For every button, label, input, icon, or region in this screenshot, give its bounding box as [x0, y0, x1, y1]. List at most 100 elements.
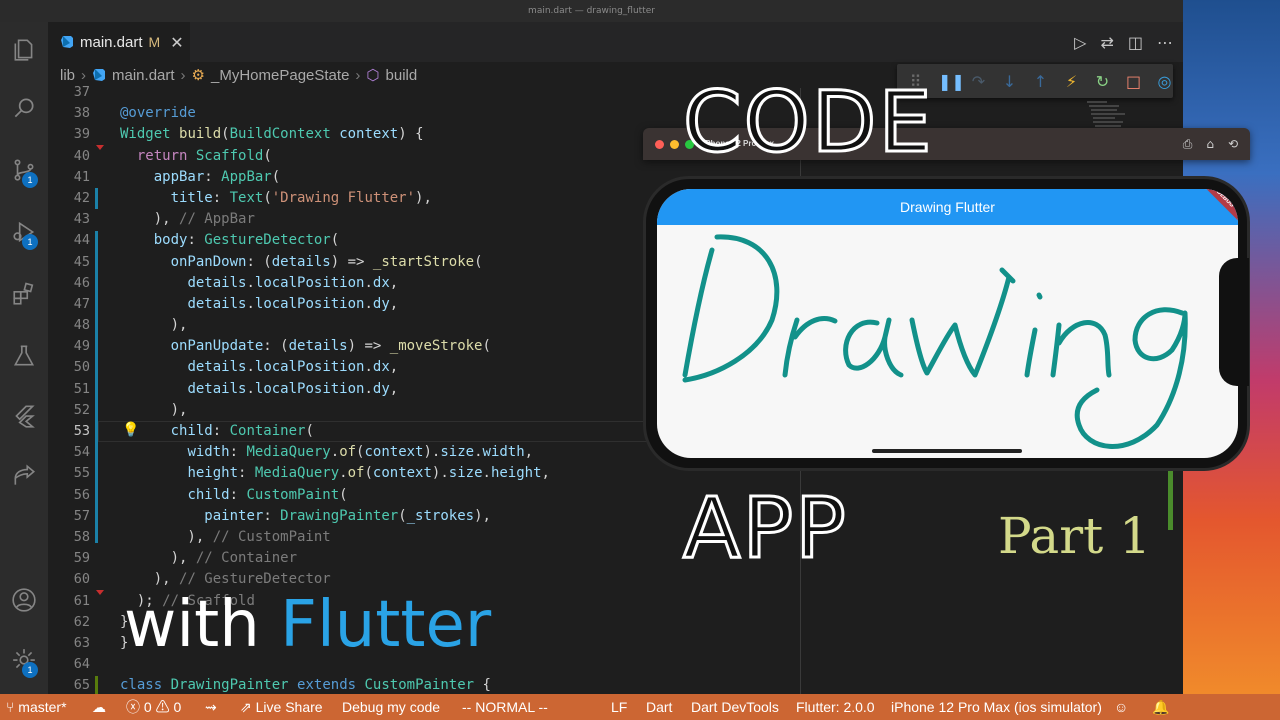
line-number[interactable]: 45: [48, 252, 98, 273]
manage-gear-icon[interactable]: 1: [0, 636, 48, 684]
home-icon[interactable]: ⌂: [1206, 137, 1214, 151]
pause-icon[interactable]: ❚❚: [938, 72, 965, 91]
editor-actions: ▷ ⇄ ◫ ⋯: [1074, 22, 1173, 62]
overlay-app-text: APP: [682, 478, 848, 579]
line-number[interactable]: 49: [48, 336, 98, 357]
split-editor-icon[interactable]: ◫: [1128, 33, 1143, 52]
live-share-status[interactable]: ⇗ Live Share: [240, 694, 323, 720]
device-status[interactable]: iPhone 12 Pro Max (ios simulator): [891, 694, 1102, 720]
line-number[interactable]: 61: [48, 591, 98, 612]
line-number[interactable]: 38: [48, 103, 98, 124]
stroke-w: [909, 267, 1016, 378]
live-share-label: Live Share: [255, 699, 323, 715]
tab-main-dart[interactable]: main.dart M ✕: [48, 22, 190, 62]
line-number[interactable]: 48: [48, 315, 98, 336]
line-number[interactable]: 44: [48, 230, 98, 251]
line-number[interactable]: 41: [48, 167, 98, 188]
screenshot-icon[interactable]: ⎙: [1183, 137, 1193, 152]
step-over-icon[interactable]: ↷: [970, 72, 987, 91]
line-number[interactable]: 37: [48, 82, 98, 103]
line-number[interactable]: 58: [48, 527, 98, 548]
debug-toolbar: ⠿ ❚❚ ↷ ↓ ↑ ⚡ ↻ □ ◎: [897, 64, 1173, 98]
sync-icon[interactable]: ☁: [92, 694, 106, 720]
breadcrumb-lib[interactable]: lib: [60, 67, 75, 84]
warning-count: 0: [173, 699, 182, 715]
feedback-icon[interactable]: ☺: [1114, 694, 1128, 720]
run-file-icon[interactable]: ▷: [1074, 33, 1086, 52]
folding-marker-icon[interactable]: [96, 145, 104, 150]
run-debug-icon[interactable]: 1: [0, 208, 48, 256]
source-control-icon[interactable]: 1: [0, 146, 48, 194]
drawing-canvas[interactable]: [657, 225, 1238, 458]
flutter-version-status[interactable]: Flutter: 2.0.0: [796, 694, 875, 720]
devtools-icon[interactable]: ◎: [1156, 72, 1173, 91]
breadcrumb-file[interactable]: main.dart: [112, 67, 175, 84]
line-number[interactable]: 57: [48, 506, 98, 527]
breadcrumb-method[interactable]: build: [386, 67, 418, 84]
debug-my-code-status[interactable]: Debug my code: [342, 694, 440, 720]
line-number[interactable]: 56: [48, 485, 98, 506]
account-icon[interactable]: [0, 576, 48, 624]
explorer-icon[interactable]: [0, 26, 48, 74]
live-share-icon[interactable]: [0, 452, 48, 500]
tab-filename: main.dart: [80, 33, 143, 51]
overlay-flutter-text: Flutter: [280, 588, 492, 662]
line-number[interactable]: 64: [48, 654, 98, 675]
line-number[interactable]: 62: [48, 612, 98, 633]
tab-close-icon[interactable]: ✕: [170, 33, 183, 52]
line-number[interactable]: 40: [48, 146, 98, 167]
dart-file-icon: [93, 69, 106, 81]
line-number[interactable]: 42: [48, 188, 98, 209]
git-added-marker: [95, 676, 98, 694]
hot-reload-icon[interactable]: ⚡: [1063, 72, 1080, 91]
chevron-right-icon: ›: [180, 66, 186, 84]
notifications-bell-icon[interactable]: 🔔: [1152, 694, 1169, 720]
line-number[interactable]: 53: [48, 421, 98, 442]
folding-marker-icon[interactable]: [96, 590, 104, 595]
step-out-icon[interactable]: ↑: [1032, 72, 1049, 91]
line-number[interactable]: 39: [48, 124, 98, 145]
language-status[interactable]: Dart: [646, 694, 672, 720]
error-count: 0: [143, 699, 152, 715]
minimize-window-button[interactable]: [670, 140, 679, 149]
line-number[interactable]: 46: [48, 273, 98, 294]
rotate-icon[interactable]: ⟲: [1228, 137, 1238, 151]
search-icon[interactable]: [0, 84, 48, 132]
activity-bar: 1 1 1: [0, 22, 48, 694]
stroke-g: [1074, 307, 1188, 449]
problems-status[interactable]: ⓧ 0 ⚠ 0: [126, 694, 181, 720]
overlay-code-text: CODE: [682, 72, 934, 173]
line-number[interactable]: 63: [48, 633, 98, 654]
eol-status[interactable]: LF: [611, 694, 627, 720]
line-number[interactable]: 50: [48, 357, 98, 378]
line-number[interactable]: 47: [48, 294, 98, 315]
line-number[interactable]: 52: [48, 400, 98, 421]
tab-modified-marker: M: [148, 34, 161, 50]
step-into-icon[interactable]: ↓: [1001, 72, 1018, 91]
testing-flask-icon[interactable]: [0, 332, 48, 380]
line-number[interactable]: 43: [48, 209, 98, 230]
breadcrumb-class[interactable]: _MyHomePageState: [211, 67, 349, 84]
line-number[interactable]: 51: [48, 379, 98, 400]
branch-status[interactable]: ⑂ master*: [6, 694, 67, 720]
more-actions-icon[interactable]: ⋯: [1157, 33, 1173, 52]
window-title: main.dart — drawing_flutter: [0, 0, 1183, 22]
devtools-status[interactable]: Dart DevTools: [691, 694, 779, 720]
line-number-gutter: 37 38 39 40 41 42 43 44 45 46 47 48 49 50 51 52 53 54 55 56…: [48, 82, 98, 696]
line-number[interactable]: 59: [48, 548, 98, 569]
stop-icon[interactable]: □: [1125, 72, 1142, 91]
branch-name: master*: [18, 699, 67, 715]
extensions-icon[interactable]: [0, 270, 48, 318]
source-control-badge: 1: [22, 172, 38, 188]
scrollbar-git-marker: [1168, 470, 1173, 530]
line-number[interactable]: 60: [48, 569, 98, 590]
compare-changes-icon[interactable]: ⇄: [1100, 33, 1113, 52]
restart-icon[interactable]: ↻: [1094, 72, 1111, 91]
close-window-button[interactable]: [655, 140, 664, 149]
flutter-icon[interactable]: [0, 392, 48, 440]
overlay-with-text: with: [124, 588, 260, 662]
phone-screen: Drawing Flutter DEBUG: [657, 189, 1238, 458]
line-number[interactable]: 55: [48, 463, 98, 484]
line-number[interactable]: 54: [48, 442, 98, 463]
debug-launch-icon[interactable]: ⇝: [205, 694, 217, 720]
